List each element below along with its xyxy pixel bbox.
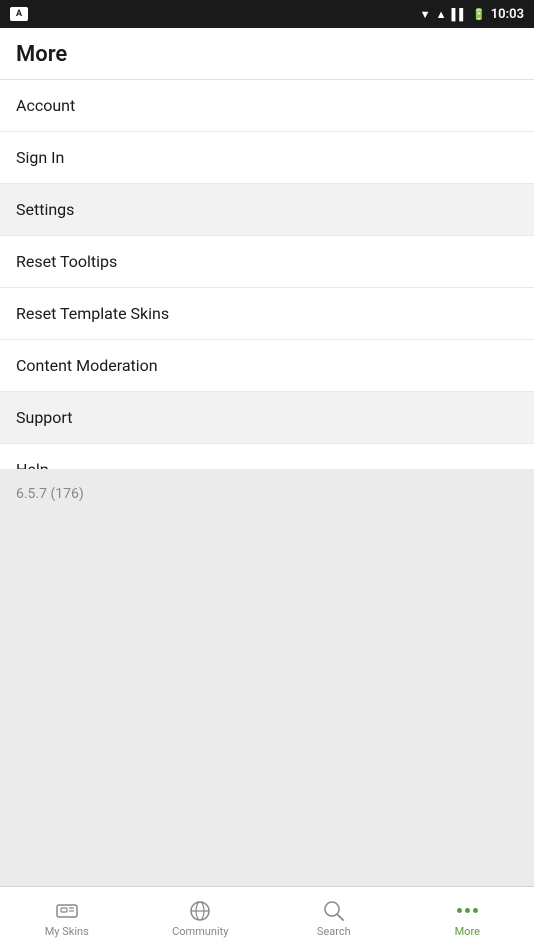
menu-item-reset-tooltips[interactable]: Reset Tooltips: [0, 236, 534, 288]
menu-item-account[interactable]: Account: [0, 80, 534, 132]
battery-icon: 🔋: [472, 8, 486, 21]
nav-item-community[interactable]: Community: [134, 887, 268, 950]
nav-item-my-skins[interactable]: My Skins: [0, 887, 134, 950]
menu-item-support[interactable]: Support: [0, 392, 534, 444]
status-time: 10:03: [491, 7, 524, 22]
menu-item-content-moderation-label: Content Moderation: [16, 356, 158, 375]
menu-list: Account Sign In Settings Reset Tooltips …: [0, 80, 534, 469]
menu-item-sign-in[interactable]: Sign In: [0, 132, 534, 184]
menu-item-account-label: Account: [16, 96, 75, 115]
nav-search-label: Search: [317, 925, 351, 938]
menu-item-content-moderation[interactable]: Content Moderation: [0, 340, 534, 392]
status-left: A: [10, 7, 28, 21]
menu-item-support-label: Support: [16, 408, 72, 427]
menu-item-help[interactable]: Help: [0, 444, 534, 469]
signal-icon: ▼: [420, 8, 431, 21]
nav-item-more[interactable]: More: [401, 887, 534, 950]
globe-icon: [187, 900, 213, 922]
app-icon: A: [10, 7, 28, 21]
bars-icon: ▌▌: [451, 8, 467, 21]
menu-item-reset-tooltips-label: Reset Tooltips: [16, 252, 117, 271]
nav-more-label: More: [455, 925, 480, 938]
bottom-nav: My Skins Community Search: [0, 886, 534, 950]
menu-item-reset-template-skins[interactable]: Reset Template Skins: [0, 288, 534, 340]
menu-item-settings[interactable]: Settings: [0, 184, 534, 236]
version-area: 6.5.7 (176): [0, 469, 534, 886]
skins-icon: [54, 900, 80, 922]
nav-item-search[interactable]: Search: [267, 887, 401, 950]
search-icon: [321, 900, 347, 922]
menu-item-settings-label: Settings: [16, 200, 74, 219]
status-right: ▼ ▲ ▌▌ 🔋 10:03: [420, 7, 524, 22]
page-title: More: [16, 42, 67, 67]
menu-item-reset-template-skins-label: Reset Template Skins: [16, 304, 169, 323]
version-text: 6.5.7 (176): [16, 486, 84, 502]
menu-item-help-label: Help: [16, 460, 49, 469]
wifi-icon: ▲: [436, 8, 447, 21]
nav-community-label: Community: [172, 925, 228, 938]
nav-my-skins-label: My Skins: [45, 925, 89, 938]
menu-item-sign-in-label: Sign In: [16, 148, 64, 167]
page-header: More: [0, 28, 534, 80]
more-dots-icon: [454, 900, 480, 922]
status-bar: A ▼ ▲ ▌▌ 🔋 10:03: [0, 0, 534, 28]
